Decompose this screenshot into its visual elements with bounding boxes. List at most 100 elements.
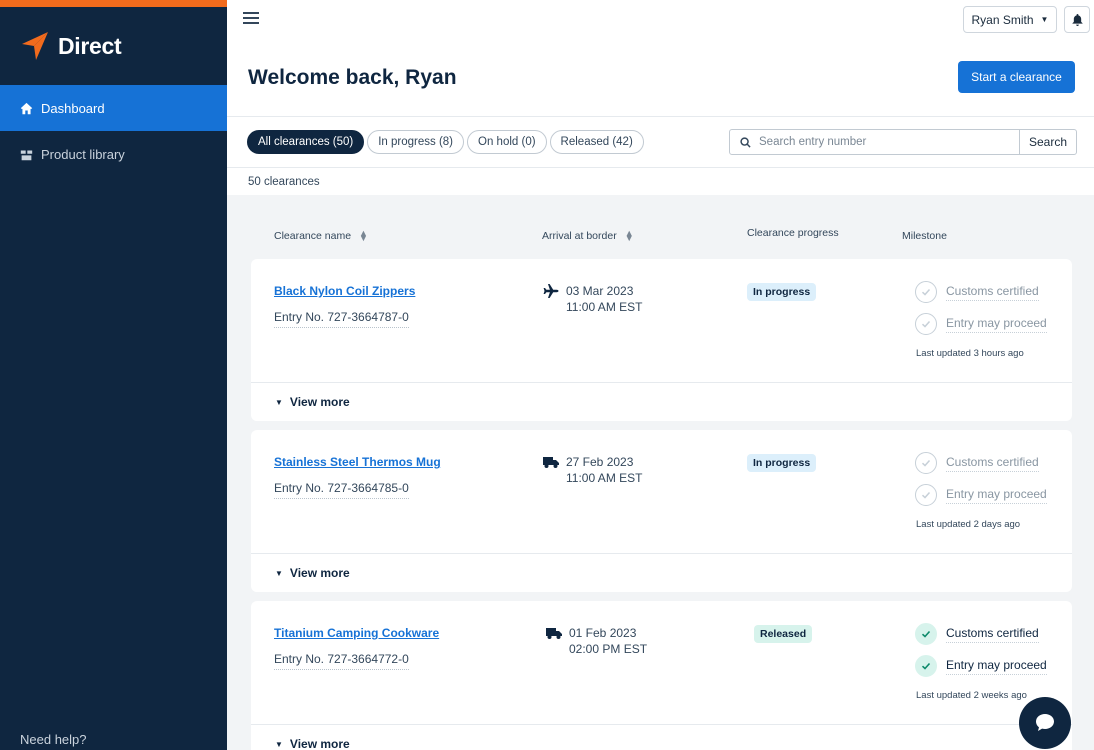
arrival-time: 02:00 PM EST [569, 642, 648, 656]
column-label: Clearance name [274, 230, 352, 242]
milestone-label: Customs certified [946, 626, 1039, 643]
milestone-entry-may-proceed: Entry may proceed [915, 484, 1047, 506]
view-more-label: View more [289, 737, 350, 750]
clearance-name-link[interactable]: Titanium Camping Cookware [274, 626, 439, 640]
column-label: Arrival at border [542, 230, 617, 242]
user-menu-button[interactable]: Ryan Smith ▼ [963, 6, 1057, 33]
sidebar-item-product-library[interactable]: Product library [0, 131, 227, 177]
status-badge: Released [754, 625, 813, 643]
column-header-name[interactable]: Clearance name ▲ ▼ [274, 228, 368, 243]
brand-logo[interactable]: Direct [0, 7, 227, 85]
notifications-button[interactable] [1064, 6, 1090, 33]
milestone-customs-certified: Customs certified [915, 623, 1039, 645]
truck-icon [543, 457, 559, 468]
last-updated: Last updated 2 weeks ago [916, 690, 1027, 701]
sidebar-item-label: Product library [41, 146, 125, 162]
view-more-toggle[interactable]: ▼ View more [251, 725, 1072, 750]
filter-released[interactable]: Released (42) [549, 130, 644, 154]
clearance-card: Titanium Camping Cookware Entry No. 727-… [251, 601, 1072, 750]
milestone-label: Entry may proceed [946, 487, 1047, 504]
paper-plane-icon [22, 32, 48, 60]
start-clearance-button[interactable]: Start a clearance [958, 61, 1075, 93]
user-name: Ryan Smith [971, 12, 1034, 27]
clearance-card-body: Black Nylon Coil Zippers Entry No. 727-3… [251, 259, 1072, 383]
search-button[interactable]: Search [1019, 129, 1077, 155]
last-updated: Last updated 3 hours ago [916, 348, 1024, 359]
milestone-customs-certified: Customs certified [915, 452, 1039, 474]
check-circle-icon [915, 623, 937, 645]
arrival-date: 01 Feb 2023 [569, 626, 637, 640]
milestone-label: Customs certified [946, 284, 1039, 301]
entry-number: Entry No. 727-3664785-0 [274, 481, 409, 499]
status-badge: In progress [747, 283, 817, 301]
check-circle-icon [915, 313, 937, 335]
clearance-list: Clearance name ▲ ▼ Arrival at border ▲ ▼ C… [227, 195, 1094, 750]
arrival-datetime: 03 Mar 2023 11:00 AM EST [566, 283, 642, 315]
sidebar-item-label: Dashboard [41, 100, 105, 116]
clearance-name-link[interactable]: Stainless Steel Thermos Mug [274, 455, 441, 469]
view-more-toggle[interactable]: ▼ View more [251, 554, 1072, 592]
sort-icon: ▲ ▼ [624, 228, 634, 243]
column-header-progress: Clearance progress [747, 227, 839, 239]
arrival-date: 27 Feb 2023 [566, 455, 634, 469]
arrival-time: 11:00 AM EST [566, 471, 643, 485]
search-icon [740, 136, 751, 148]
clearance-card: Stainless Steel Thermos Mug Entry No. 72… [251, 430, 1072, 592]
clearance-card: Black Nylon Coil Zippers Entry No. 727-3… [251, 259, 1072, 421]
boxes-icon [20, 149, 33, 160]
caret-down-icon: ▼ [1040, 15, 1049, 24]
view-more-label: View more [289, 566, 350, 580]
divider [227, 116, 1094, 117]
entry-number: Entry No. 727-3664787-0 [274, 310, 409, 328]
filter-on-hold[interactable]: On hold (0) [467, 130, 547, 154]
caret-down-icon: ▼ [275, 568, 283, 578]
caret-down-icon: ▼ [275, 739, 283, 749]
hamburger-menu-icon[interactable] [243, 12, 259, 24]
bell-icon [1071, 13, 1083, 26]
brand-accent-bar [0, 0, 227, 7]
column-header-arrival[interactable]: Arrival at border ▲ ▼ [542, 228, 634, 243]
brand-name: Direct [58, 32, 122, 59]
milestone-label: Customs certified [946, 455, 1039, 472]
filter-tabs: All clearances (50) In progress (8) On h… [247, 130, 647, 154]
clearance-name-link[interactable]: Black Nylon Coil Zippers [274, 284, 415, 298]
sidebar-item-dashboard[interactable]: Dashboard [0, 85, 227, 131]
check-circle-icon [915, 484, 937, 506]
view-more-label: View more [289, 395, 350, 409]
clearance-card-body: Stainless Steel Thermos Mug Entry No. 72… [251, 430, 1072, 554]
sidebar: Direct Dashboard Product library Need he… [0, 0, 227, 750]
filter-in-progress[interactable]: In progress (8) [367, 130, 465, 154]
milestone-entry-may-proceed: Entry may proceed [915, 655, 1047, 677]
search-box [729, 129, 1020, 155]
arrival-datetime: 01 Feb 2023 02:00 PM EST [569, 625, 647, 657]
check-circle-icon [915, 281, 937, 303]
filter-all[interactable]: All clearances (50) [247, 130, 365, 154]
chat-bubble-icon [1036, 714, 1054, 731]
chat-launcher-button[interactable] [1019, 697, 1071, 749]
truck-icon [546, 628, 562, 639]
search-input[interactable] [759, 136, 1009, 148]
sort-icon: ▲ ▼ [359, 228, 368, 243]
column-header-milestone: Milestone [902, 230, 947, 242]
milestone-entry-may-proceed: Entry may proceed [915, 313, 1047, 335]
entry-number: Entry No. 727-3664772-0 [274, 652, 409, 670]
arrival-time: 11:00 AM EST [566, 300, 643, 314]
milestone-label: Entry may proceed [946, 316, 1047, 333]
check-circle-icon [915, 452, 937, 474]
arrival-datetime: 27 Feb 2023 11:00 AM EST [566, 454, 642, 486]
last-updated: Last updated 2 days ago [916, 519, 1021, 530]
arrival-date: 03 Mar 2023 [566, 284, 634, 298]
clearance-card-body: Titanium Camping Cookware Entry No. 727-… [251, 601, 1072, 725]
main-content: Ryan Smith ▼ Welcome back, Ryan Start a … [227, 0, 1094, 750]
help-link[interactable]: Need help? [20, 732, 87, 747]
clearance-count: 50 clearances [248, 176, 320, 188]
page-title: Welcome back, Ryan [248, 66, 457, 89]
home-icon [20, 102, 33, 114]
view-more-toggle[interactable]: ▼ View more [251, 383, 1072, 421]
status-badge: In progress [747, 454, 817, 472]
milestone-label: Entry may proceed [946, 658, 1047, 675]
milestone-customs-certified: Customs certified [915, 281, 1039, 303]
caret-down-icon: ▼ [275, 397, 283, 407]
plane-icon [543, 284, 559, 298]
divider [227, 167, 1094, 168]
